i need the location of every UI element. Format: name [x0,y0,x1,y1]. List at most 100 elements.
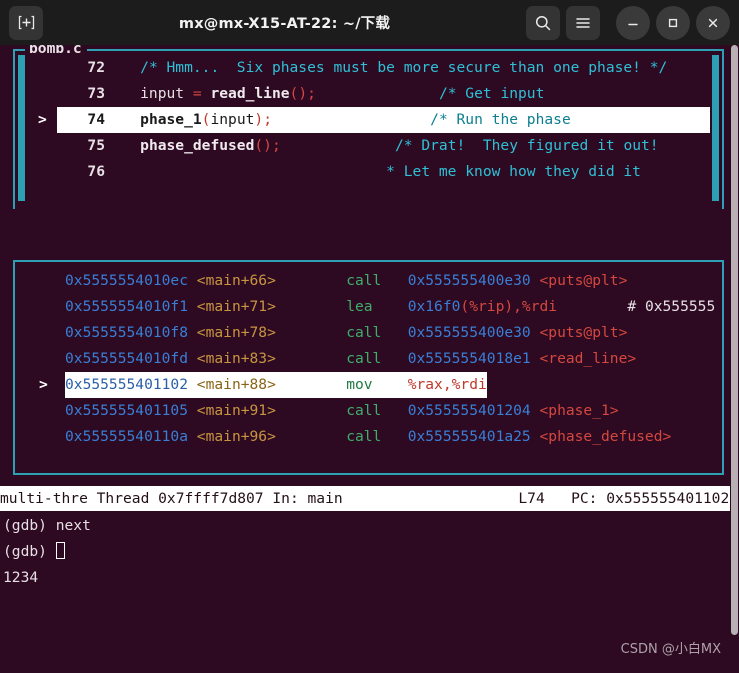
command-line[interactable]: 1234 [3,565,723,591]
assembly-line: 0x5555554010ec <main+66> call 0x55555540… [25,268,715,294]
code-token: phase_defused [140,137,255,154]
code-token: <main [196,272,241,289]
code-token: 0x5555554018e1 [407,350,540,367]
code-token: ) [254,111,264,128]
gdb-source-pane: bomb.c 72 /* Hmm... Six phases must be m… [13,45,724,209]
source-line: 76 * Let me know how they did it [27,159,710,185]
code-token: <puts@plt> [539,324,628,341]
code-token: call [346,402,382,419]
code-token: call [346,428,382,445]
command-text: 1234 [3,569,39,586]
gdb-prompt: (gdb) [3,517,56,534]
command-line[interactable]: (gdb) next [3,513,723,539]
source-line-text: * Let me know how they did it [105,159,641,185]
code-token: %rax,%rdi [407,376,487,393]
source-line-body: 72 /* Hmm... Six phases must be more sec… [57,59,667,76]
assembly-lines: 0x5555554010ec <main+66> call 0x55555540… [25,268,715,466]
source-line: >74 phase_1(input); /* Run the phase [27,107,710,133]
assembly-line-text: 0x5555554010fd <main+83> call 0x55555540… [65,346,636,372]
close-button[interactable] [696,5,730,40]
watermark: CSDN @小白MX [620,642,721,657]
maximize-button[interactable] [656,5,690,40]
assembly-line: 0x55555540110a <main+96> call 0x55555540… [25,424,715,450]
code-token: <main [196,324,241,341]
code-token: +88> [240,376,276,393]
source-line-text: phase_1(input); /* Run the phase [105,107,710,133]
source-line-body: 74 phase_1(input); /* Run the phase [57,107,710,133]
window-title: mx@mx-X15-AT-22: ~/下载 [178,16,391,32]
menu-icon[interactable] [566,5,600,40]
new-tab-icon[interactable] [9,5,43,40]
assembly-line-text: 0x55555540110a <main+96> call 0x55555540… [65,424,671,450]
command-line[interactable]: (gdb) [3,539,723,565]
source-pane-left-border [13,49,15,209]
code-token: phase_1 [140,111,202,128]
assembly-line: 0x5555554010fd <main+83> call 0x55555540… [25,346,715,372]
code-token: <main [196,402,241,419]
code-token: +91> [240,402,276,419]
assembly-line-text: 0x5555554010ec <main+66> call 0x55555540… [65,268,627,294]
source-line: 73 input = read_line(); /* Get input [27,81,710,107]
assembly-line: 0x5555554010f8 <main+78> call 0x55555540… [25,320,715,346]
code-token: # 0x555555 [627,298,715,315]
gdb-prompt: (gdb) [3,543,56,560]
terminal-content[interactable]: bomb.c 72 /* Hmm... Six phases must be m… [0,45,739,673]
code-token: 0x555555401a25 [407,428,540,445]
line-number: 75 [87,137,105,154]
asm-pane-top-border [13,260,724,262]
code-token: () [254,137,272,154]
source-line-text: input = read_line(); /* Get input [105,81,544,107]
gdb-command-area[interactable]: (gdb) next (gdb) 1234 [0,513,723,591]
code-token: <puts@plt> [539,272,628,289]
code-token: (%rip) [460,298,514,315]
code-token: call [346,324,382,341]
source-pane-scroll-indicator-left[interactable] [18,55,25,201]
gdb-status-bar: multi-thre Thread 0x7ffff7d807 In: main … [0,486,730,511]
code-token: 0x5555554010f8 [65,324,197,341]
terminal-window: mx@mx-X15-AT-22: ~/下载 bomb.c 72 /* Hmm..… [0,0,739,673]
source-line-text: phase_defused(); /* Drat! They figured i… [105,133,658,159]
code-token: <main [196,298,241,315]
code-token: 0x5555554010f1 [65,298,197,315]
terminal-scrollbar[interactable] [730,45,739,673]
current-line-marker: > [38,111,47,128]
titlebar-right-group [523,5,733,40]
assembly-line-text: 0x5555554010f1 <main+71> lea 0x16f0(%rip… [65,294,715,320]
terminal-scrollbar-thumb[interactable] [731,45,738,635]
code-token: +78> [240,324,276,341]
assembly-line: 0x555555401105 <main+91> call 0x55555540… [25,398,715,424]
code-token: ; [307,85,316,102]
code-token: call [346,350,382,367]
code-token: ; [263,111,272,128]
search-icon[interactable] [526,5,560,40]
code-token: 0x555555401102 [65,376,197,393]
code-token: /* Run the phase [430,111,710,128]
code-token: 0x55555540110a [65,428,197,445]
source-code-lines: 72 /* Hmm... Six phases must be more sec… [27,55,710,205]
code-token: <phase_1> [539,402,619,419]
line-number: 76 [87,163,105,180]
source-line: 72 /* Hmm... Six phases must be more sec… [27,55,710,81]
code-token: 0x5555554010ec [65,272,197,289]
assembly-line: >0x555555401102 <main+88> mov %rax,%rdi [25,372,715,398]
source-line-body: 75 phase_defused(); /* Drat! They figure… [57,137,658,154]
code-token: read_line [210,85,290,102]
source-pane-scroll-indicator-right[interactable] [712,55,719,201]
minimize-button[interactable] [616,5,650,40]
code-token: <main [196,376,241,393]
